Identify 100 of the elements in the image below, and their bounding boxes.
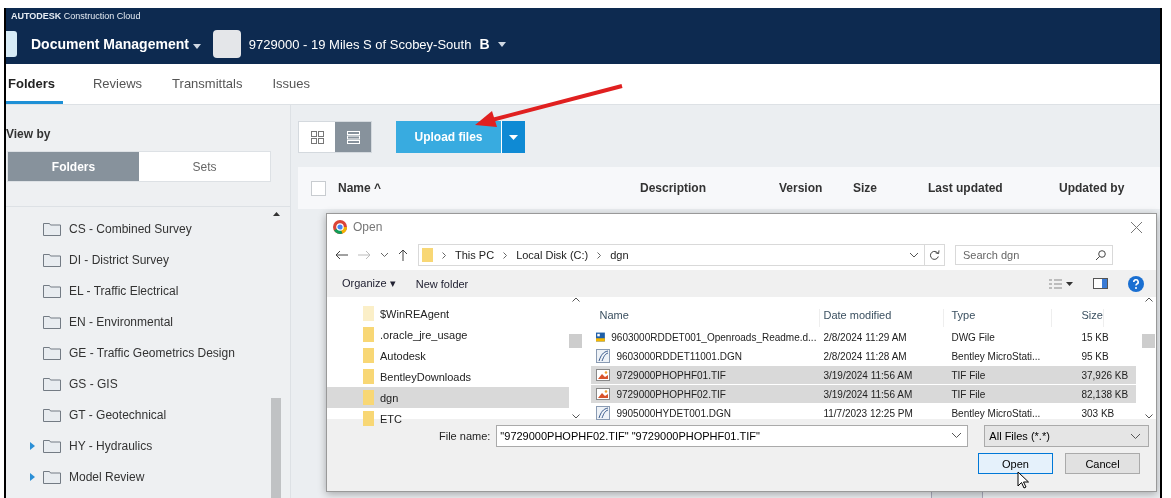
folder-tree-item[interactable]: Model Review [6, 461, 290, 492]
column-header[interactable]: Name [599, 309, 821, 327]
column-header[interactable]: Date modified [823, 309, 945, 327]
file-size: 15 KB [1081, 331, 1110, 343]
nav-tab[interactable]: Reviews [92, 64, 143, 104]
folder-icon [43, 438, 61, 453]
caret-icon [509, 134, 518, 140]
scrollbar[interactable] [271, 212, 281, 498]
folder-icon [43, 252, 61, 267]
expand-arrow-icon[interactable] [30, 472, 35, 481]
scroll-up-arrow-icon[interactable] [272, 212, 280, 216]
file-name-field[interactable]: "9729000PHOPHF02.TIF" "9729000PHOPHF01.TIF" [496, 425, 969, 447]
chevron-down-icon [1131, 433, 1141, 439]
image-file-icon [596, 369, 611, 381]
file-type-dropdown[interactable]: All Files (*.*) [984, 425, 1150, 447]
file-row[interactable]: 9603000RDDET001_Openroads_Readme.d... 2/8/2024 11:29 AM DWG File 15 KB [591, 328, 1137, 346]
search-icon [1095, 250, 1106, 261]
column-header[interactable]: Updated by [1059, 181, 1125, 195]
folder-tree-item[interactable]: GE - Traffic Geometrics Design [6, 337, 290, 368]
upload-dropdown-button[interactable] [501, 121, 525, 153]
project-thumbnail [212, 30, 241, 58]
refresh-icon[interactable] [929, 249, 940, 261]
folder-tree-item[interactable]: GS - GIS [6, 368, 290, 399]
list-view-button[interactable] [335, 122, 371, 152]
dwg-file-icon [596, 330, 606, 344]
module-dropdown[interactable]: Document Management [31, 36, 201, 52]
view-options-icon[interactable] [1049, 278, 1073, 289]
dgn-file-icon [596, 406, 611, 420]
file-name: 9603000RDDET001_Openroads_Readme.d... [611, 331, 817, 343]
help-icon[interactable] [1128, 275, 1144, 292]
grid-icon [310, 130, 324, 144]
nav-tab[interactable]: Issues [272, 64, 310, 104]
folder-icon [43, 314, 61, 329]
column-header[interactable]: Size [1081, 309, 1104, 327]
scrollbar[interactable] [1141, 297, 1156, 419]
file-date: 3/19/2024 11:56 AM [823, 369, 914, 381]
file-row[interactable]: 9603000RDDET11001.DGN 2/8/2024 11:28 AM Bentley MicroStati... 95 KB [591, 347, 1137, 365]
folder-icon [422, 248, 433, 262]
file-name: 9729000PHOPHF01.TIF [616, 369, 726, 381]
preview-pane-icon[interactable] [1093, 278, 1108, 289]
column-header[interactable]: Name ^ [338, 181, 382, 195]
chevron-down-icon[interactable] [910, 252, 918, 258]
mouse-cursor-icon [1017, 471, 1029, 489]
cancel-button[interactable]: Cancel [1065, 453, 1140, 474]
folder-tree-item[interactable]: EL - Traffic Electrical [6, 275, 290, 306]
breadcrumb-item[interactable]: dgn [610, 249, 629, 261]
chevron-down-icon[interactable] [952, 433, 962, 438]
file-size: 303 KB [1081, 407, 1116, 419]
file-type: TIF File [951, 369, 987, 381]
grid-view-button[interactable] [299, 122, 335, 152]
scrollbar-thumb[interactable] [1142, 334, 1156, 348]
nav-folder-item[interactable]: Autodesk [327, 345, 569, 366]
select-all-checkbox[interactable] [311, 180, 326, 196]
folder-tree-item[interactable]: EN - Environmental [6, 306, 290, 337]
file-row[interactable]: 9729000PHOPHF01.TIF 3/19/2024 11:56 AM TIF File 37,926 KB [591, 366, 1137, 384]
nav-folder-item[interactable]: .oracle_jre_usage [327, 324, 569, 345]
column-header[interactable]: Description [640, 181, 706, 195]
folder-tree-item[interactable]: HY - Hydraulics [6, 430, 290, 461]
column-header[interactable]: Type [951, 309, 1053, 327]
back-arrow-icon[interactable] [335, 250, 348, 260]
breadcrumb-item[interactable]: Local Disk (C:) [516, 249, 589, 261]
nav-folder-item[interactable]: $WinREAgent [327, 303, 569, 324]
address-bar[interactable]: This PC Local Disk (C:) dgn [418, 244, 945, 266]
file-row[interactable]: 9729000PHOPHF02.TIF 3/19/2024 11:56 AM TIF File 82,138 KB [591, 385, 1137, 403]
file-type: Bentley MicroStati... [951, 350, 1042, 362]
chevron-right-icon [503, 251, 508, 259]
view-by-label: View by [6, 127, 52, 141]
up-arrow-icon[interactable] [398, 249, 408, 261]
file-row[interactable]: 9905000HYDET001.DGN 11/7/2023 12:25 PM Bentley MicroStati... 303 KB [591, 404, 1137, 422]
search-field[interactable]: Search dgn [955, 245, 1113, 265]
folder-tree-item[interactable]: DI - District Survey [6, 244, 290, 275]
column-header[interactable]: Last updated [928, 181, 1003, 195]
folder-tree-item[interactable]: GT - Geotechnical [6, 399, 290, 430]
image-file-icon [596, 388, 611, 400]
column-header[interactable]: Version [779, 181, 823, 195]
file-size: 37,926 KB [1081, 369, 1129, 381]
file-date: 2/8/2024 11:29 AM [823, 331, 908, 343]
scrollbar-thumb[interactable] [569, 334, 583, 348]
file-type: Bentley MicroStati... [951, 407, 1042, 419]
folder-icon [43, 283, 61, 298]
file-name: 9603000RDDET11001.DGN [616, 350, 742, 362]
folder-tree-item[interactable]: CS - Combined Survey [6, 213, 290, 244]
segment-button[interactable]: Sets [139, 152, 270, 181]
open-button[interactable]: Open [978, 453, 1053, 474]
caret-icon[interactable] [497, 41, 506, 47]
dgn-file-icon [596, 349, 611, 363]
file-size: 82,138 KB [1081, 388, 1129, 400]
brand-logo: AUTODESK Construction Cloud [11, 11, 142, 21]
column-header[interactable]: Size [853, 181, 877, 195]
nav-folder-item[interactable]: dgn [327, 387, 569, 408]
chevron-down-icon[interactable] [381, 253, 388, 257]
project-dropdown[interactable]: 9729000 - 19 Miles S of Scobey-South [248, 36, 472, 52]
expand-arrow-icon[interactable] [30, 441, 35, 450]
breadcrumb-item[interactable]: This PC [455, 249, 495, 261]
nav-tab[interactable]: Transmittals [172, 64, 243, 104]
new-folder-button[interactable]: New folder [415, 277, 469, 290]
list-icon [346, 130, 360, 144]
organize-menu[interactable]: Organize ▾ [342, 277, 396, 290]
nav-folder-item[interactable]: BentleyDownloads [327, 366, 569, 387]
caret-icon [192, 44, 201, 49]
